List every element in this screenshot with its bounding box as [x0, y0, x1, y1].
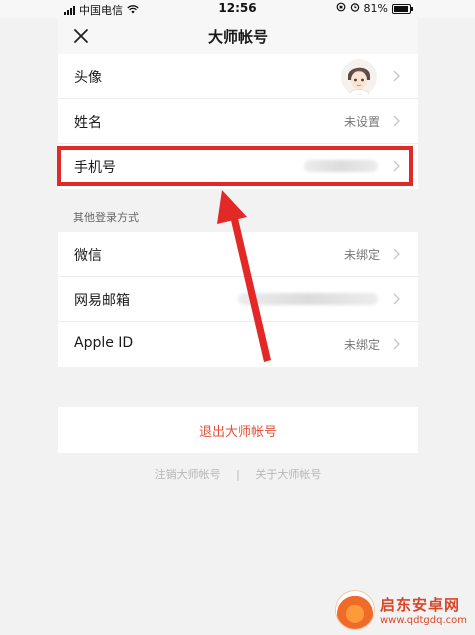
watermark-url: www.qdtgdq.com	[380, 615, 467, 626]
chevron-right-icon	[393, 293, 400, 305]
watermark-text: 启东安卓网 www.qdtgdq.com	[380, 594, 467, 626]
chevron-right-icon	[393, 115, 400, 127]
footer-links: 注销大师帐号 | 关于大师帐号	[58, 466, 418, 482]
logout-button[interactable]: 退出大师帐号	[58, 407, 418, 453]
row-apple-id[interactable]: Apple ID 未绑定	[58, 322, 418, 367]
login-methods-group: 微信 未绑定 网易邮箱 Apple ID 未绑定	[58, 232, 418, 367]
row-label-netease-email: 网易邮箱	[74, 293, 130, 309]
chevron-right-icon	[393, 70, 400, 82]
row-avatar[interactable]: 头像	[58, 54, 418, 99]
row-wechat[interactable]: 微信 未绑定	[58, 232, 418, 277]
page-title: 大师帐号	[207, 28, 268, 46]
row-netease-email[interactable]: 网易邮箱	[58, 277, 418, 322]
watermark-title: 启东安卓网	[380, 596, 461, 614]
row-label-apple-id: Apple ID	[74, 335, 134, 351]
alarm-icon	[350, 2, 360, 15]
chevron-right-icon	[393, 248, 400, 260]
row-label-wechat: 微信	[74, 248, 102, 264]
row-value-name: 未设置	[343, 115, 380, 129]
watermark-logo-icon	[336, 591, 374, 629]
link-separator: |	[236, 468, 240, 481]
chevron-right-icon	[393, 338, 400, 350]
battery-percent: 81%	[363, 2, 388, 15]
row-label-name: 姓名	[74, 115, 102, 131]
deregister-link[interactable]: 注销大师帐号	[155, 468, 221, 481]
redacted-email	[238, 293, 378, 305]
row-name[interactable]: 姓名 未设置	[58, 99, 418, 144]
section-label-other-login: 其他登录方式	[73, 211, 139, 224]
status-bar: 中国电信 12:56 81%	[0, 0, 475, 18]
battery-icon	[392, 3, 413, 14]
avatar	[341, 59, 377, 95]
row-value-apple-id: 未绑定	[343, 338, 380, 352]
lock-rotation-icon	[336, 2, 346, 15]
watermark: 启东安卓网 www.qdtgdq.com	[336, 591, 467, 629]
logout-label: 退出大师帐号	[198, 425, 277, 440]
highlight-box	[57, 146, 413, 186]
status-right: 81%	[336, 2, 413, 15]
navigation-bar: 大师帐号	[58, 18, 418, 54]
row-label-avatar: 头像	[74, 70, 102, 86]
about-link[interactable]: 关于大师帐号	[255, 468, 321, 481]
row-value-wechat: 未绑定	[343, 248, 380, 262]
